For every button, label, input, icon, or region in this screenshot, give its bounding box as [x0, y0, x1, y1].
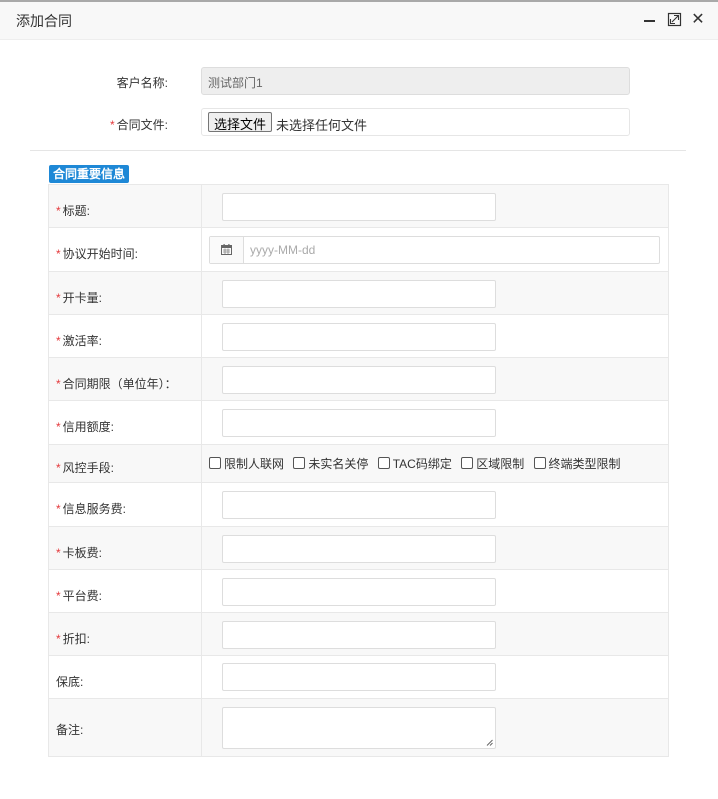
info-service-fee-input[interactable]: [222, 491, 496, 519]
calendar-icon: [221, 244, 232, 255]
customer-name-value: 测试部门1: [208, 76, 263, 90]
file-status: 未选择任何文件: [276, 118, 368, 133]
checkbox[interactable]: [533, 457, 546, 469]
required-mark: *: [109, 118, 115, 132]
resize-grip-icon[interactable]: [486, 739, 493, 746]
customer-name-field: 测试部门1: [201, 67, 630, 95]
risk-control-options: 限制人联网 未实名关停 TAC码绑定 区域限制 终端类型限制: [209, 455, 627, 472]
dialog-title-bar: 添加合同 ✕: [0, 2, 718, 40]
platform-fee-input[interactable]: [222, 578, 496, 606]
guarantee-input[interactable]: [222, 663, 496, 691]
date-picker-button[interactable]: [210, 237, 244, 263]
start-date-placeholder: yyyy-MM-dd: [250, 243, 316, 257]
contract-file-input[interactable]: 选择文件 未选择任何文件: [201, 108, 630, 136]
card-volume-label: * 开卡量:: [56, 291, 103, 305]
row-remark: 备注:: [49, 699, 668, 756]
row-discount: * 折扣:: [49, 613, 668, 656]
card-fee-label: * 卡板费:: [56, 546, 103, 560]
term-label: * 合同期限（单位年）：: [56, 377, 177, 391]
card-fee-input[interactable]: [222, 535, 496, 563]
row-info-service-fee: * 信息服务费:: [49, 483, 668, 527]
term-input[interactable]: [222, 366, 496, 394]
row-activation-rate: * 激活率:: [49, 315, 668, 358]
maximize-icon[interactable]: [667, 12, 683, 28]
discount-input[interactable]: [222, 621, 496, 649]
risk-option-terminal-type-limit[interactable]: 终端类型限制: [533, 455, 621, 472]
row-card-fee: * 卡板费:: [49, 527, 668, 570]
start-date-label: * 协议开始时间:: [56, 247, 139, 261]
row-credit-limit: * 信用额度:: [49, 401, 668, 445]
checkbox[interactable]: [209, 457, 221, 469]
row-risk-control: * 风控手段: 限制人联网 未实名关停 TAC码绑定 区域限制 终端类型限制: [49, 445, 668, 483]
checkbox[interactable]: [461, 457, 474, 469]
contract-info-table: *标题: *协议开始时间: yyyy-MM-dd *开卡量: *激活率:: [48, 184, 669, 757]
row-start-date: * 协议开始时间: yyyy-MM-dd: [49, 228, 668, 272]
customer-name-label: 客户名称:: [116, 76, 168, 90]
row-title: * 标题:: [49, 185, 668, 228]
risk-option-region-limit[interactable]: 区域限制: [461, 455, 524, 472]
credit-limit-label: * 信用额度:: [56, 420, 115, 434]
close-icon[interactable]: ✕: [690, 12, 706, 28]
activation-rate-input[interactable]: [222, 323, 496, 351]
start-date-input[interactable]: yyyy-MM-dd: [209, 236, 660, 264]
divider: [30, 150, 686, 151]
remark-label: 备注:: [56, 723, 84, 737]
checkbox[interactable]: [293, 457, 306, 469]
credit-limit-input[interactable]: [222, 409, 496, 437]
row-term: * 合同期限（单位年）：: [49, 358, 668, 401]
dialog-title: 添加合同: [16, 13, 72, 29]
remark-textarea[interactable]: [222, 707, 496, 749]
row-guarantee: 保底:: [49, 656, 668, 699]
risk-option-network-limit[interactable]: 限制人联网: [209, 455, 284, 472]
contract-file-label: * 合同文件:: [109, 118, 168, 132]
discount-label: * 折扣:: [56, 632, 91, 646]
activation-rate-label: * 激活率:: [56, 334, 103, 348]
platform-fee-label: * 平台费:: [56, 589, 103, 603]
minimize-icon[interactable]: [642, 12, 658, 28]
info-service-fee-label: * 信息服务费:: [56, 502, 127, 516]
title-label: * 标题:: [56, 204, 91, 218]
section-title: 合同重要信息: [49, 165, 130, 183]
row-card-volume: * 开卡量:: [49, 272, 668, 315]
risk-option-tac-binding[interactable]: TAC码绑定: [377, 455, 452, 472]
card-volume-input[interactable]: [222, 280, 496, 308]
row-platform-fee: * 平台费:: [49, 570, 668, 613]
choose-file-button[interactable]: 选择文件: [208, 112, 273, 132]
title-input[interactable]: [222, 193, 496, 221]
guarantee-label: 保底:: [56, 675, 84, 689]
checkbox[interactable]: [377, 457, 390, 469]
risk-control-label: * 风控手段:: [56, 461, 115, 475]
risk-option-unverified-shutdown[interactable]: 未实名关停: [293, 455, 368, 472]
